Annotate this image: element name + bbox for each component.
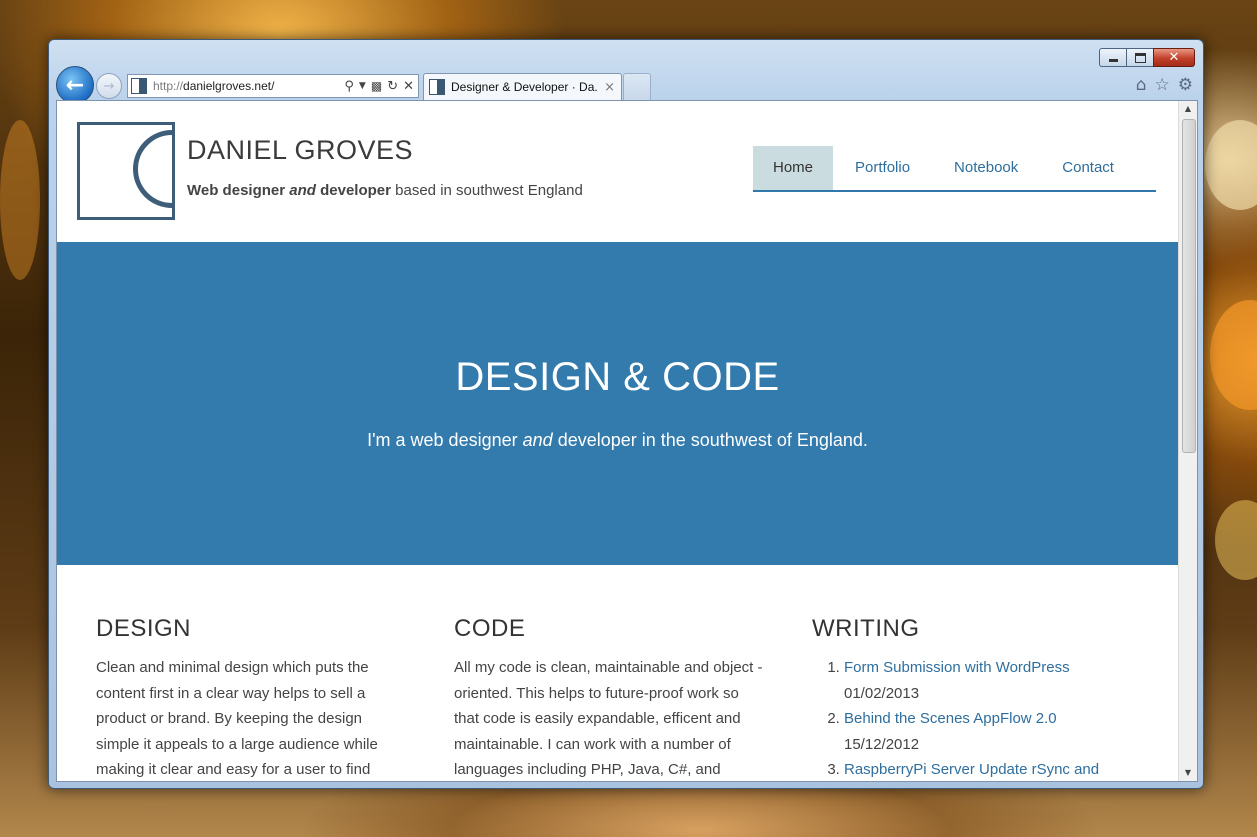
writing-heading: WRITING [812,615,920,642]
hero-sub-before: I'm a web designer [367,430,518,450]
maximize-icon [1134,52,1146,63]
design-heading: DESIGN [96,615,192,642]
minimize-button[interactable] [1099,48,1126,67]
tagline-location: based in southwest England [395,182,583,199]
browser-window: ✕ ← → http://danielgroves.net/ ⚲ ▼ ▩ ↻ ✕… [48,39,1204,789]
nav-notebook[interactable]: Notebook [932,146,1040,190]
post-link[interactable]: Form Submission with WordPress [844,659,1070,676]
vertical-scrollbar[interactable]: ▲ ▼ [1178,101,1197,781]
nav-home[interactable]: Home [753,146,834,190]
refresh-icon[interactable]: ↻ [387,79,398,94]
post-date: 15/12/2012 [844,735,920,753]
nav-portfolio[interactable]: Portfolio [833,146,932,190]
design-column: DESIGN Clean and minimal design which pu… [96,615,406,781]
main-nav: Home Portfolio Notebook Contact [753,146,1156,192]
home-icon[interactable]: ⌂ [1136,75,1147,95]
back-button[interactable]: ← [56,66,94,104]
hero-sub-and: and [522,430,553,450]
url-host: danielgroves.net/ [183,79,275,93]
window-controls: ✕ [1099,48,1195,67]
tab-favicon-icon [429,79,445,95]
logo-c-mark [133,130,172,208]
site-logo[interactable] [77,122,175,220]
dropdown-arrow-icon[interactable]: ▼ [359,81,366,91]
writing-list: Form Submission with WordPress 01/02/2013… [812,655,1122,781]
code-text: All my code is clean, maintainable and o… [454,659,763,778]
browser-viewport: DANIEL GROVES Web designer and developer… [56,100,1198,782]
post-link[interactable]: Behind the Scenes AppFlow 2.0 [844,710,1057,727]
close-window-button[interactable]: ✕ [1153,48,1195,67]
code-heading: CODE [454,615,526,642]
tagline-role-1: Web designer [187,182,286,199]
scroll-up-icon[interactable]: ▲ [1179,101,1197,117]
scroll-down-icon[interactable]: ▼ [1179,765,1197,781]
list-item: RaspberryPi Server Update rSync and [844,757,1122,781]
list-item: Behind the Scenes AppFlow 2.0 15/12/2012 [844,706,1122,757]
list-item: Form Submission with WordPress 01/02/2013 [844,655,1122,706]
bokeh-light [1205,120,1257,210]
new-tab-button[interactable] [623,73,651,100]
favorites-star-icon[interactable]: ☆ [1155,75,1170,95]
site-favicon-icon [131,78,147,94]
forward-button[interactable]: → [96,73,122,99]
post-link[interactable]: RaspberryPi Server Update rSync and [844,761,1099,778]
minimize-icon [1108,59,1118,62]
bokeh-light [1210,300,1257,410]
nav-contact[interactable]: Contact [1040,146,1136,190]
hero-subtitle: I'm a web designer and developer in the … [57,430,1178,451]
tab-active[interactable]: Designer & Developer · Da... × [423,73,622,100]
arrow-left-icon: ← [65,72,85,98]
hero-banner: DESIGN & CODE I'm a web designer and dev… [57,242,1178,565]
tagline-role-2: developer [320,182,391,199]
stop-icon[interactable]: ✕ [403,79,414,94]
arrow-right-icon: → [103,78,115,94]
site-title[interactable]: DANIEL GROVES [187,135,413,166]
maximize-button[interactable] [1126,48,1153,67]
close-icon: ✕ [1168,50,1180,65]
compatibility-view-icon[interactable]: ▩ [371,79,382,93]
tab-title: Designer & Developer · Da... [451,80,599,94]
settings-gear-icon[interactable]: ⚙ [1178,75,1193,95]
writing-column: WRITING Form Submission with WordPress 01… [812,615,1122,781]
web-page: DANIEL GROVES Web designer and developer… [57,101,1178,781]
bokeh-light [1215,500,1257,580]
code-column: CODE All my code is clean, maintainable … [454,615,764,781]
bokeh-light [0,120,40,280]
search-icon[interactable]: ⚲ [344,79,354,94]
url-scheme: http:// [153,79,184,93]
browser-toolbar: ⌂ ☆ ⚙ [1136,75,1193,95]
post-date: 01/02/2013 [844,684,920,702]
hero-sub-after: developer in the southwest of England. [557,430,868,450]
hero-title: DESIGN & CODE [455,355,780,399]
address-bar[interactable]: http://danielgroves.net/ ⚲ ▼ ▩ ↻ ✕ [127,74,419,98]
site-tagline: Web designer and developer based in sout… [187,182,583,199]
tab-close-icon[interactable]: × [598,80,621,95]
design-text: Clean and minimal design which puts the … [96,659,378,778]
tagline-and: and [289,182,316,199]
scrollbar-thumb[interactable] [1182,119,1196,453]
